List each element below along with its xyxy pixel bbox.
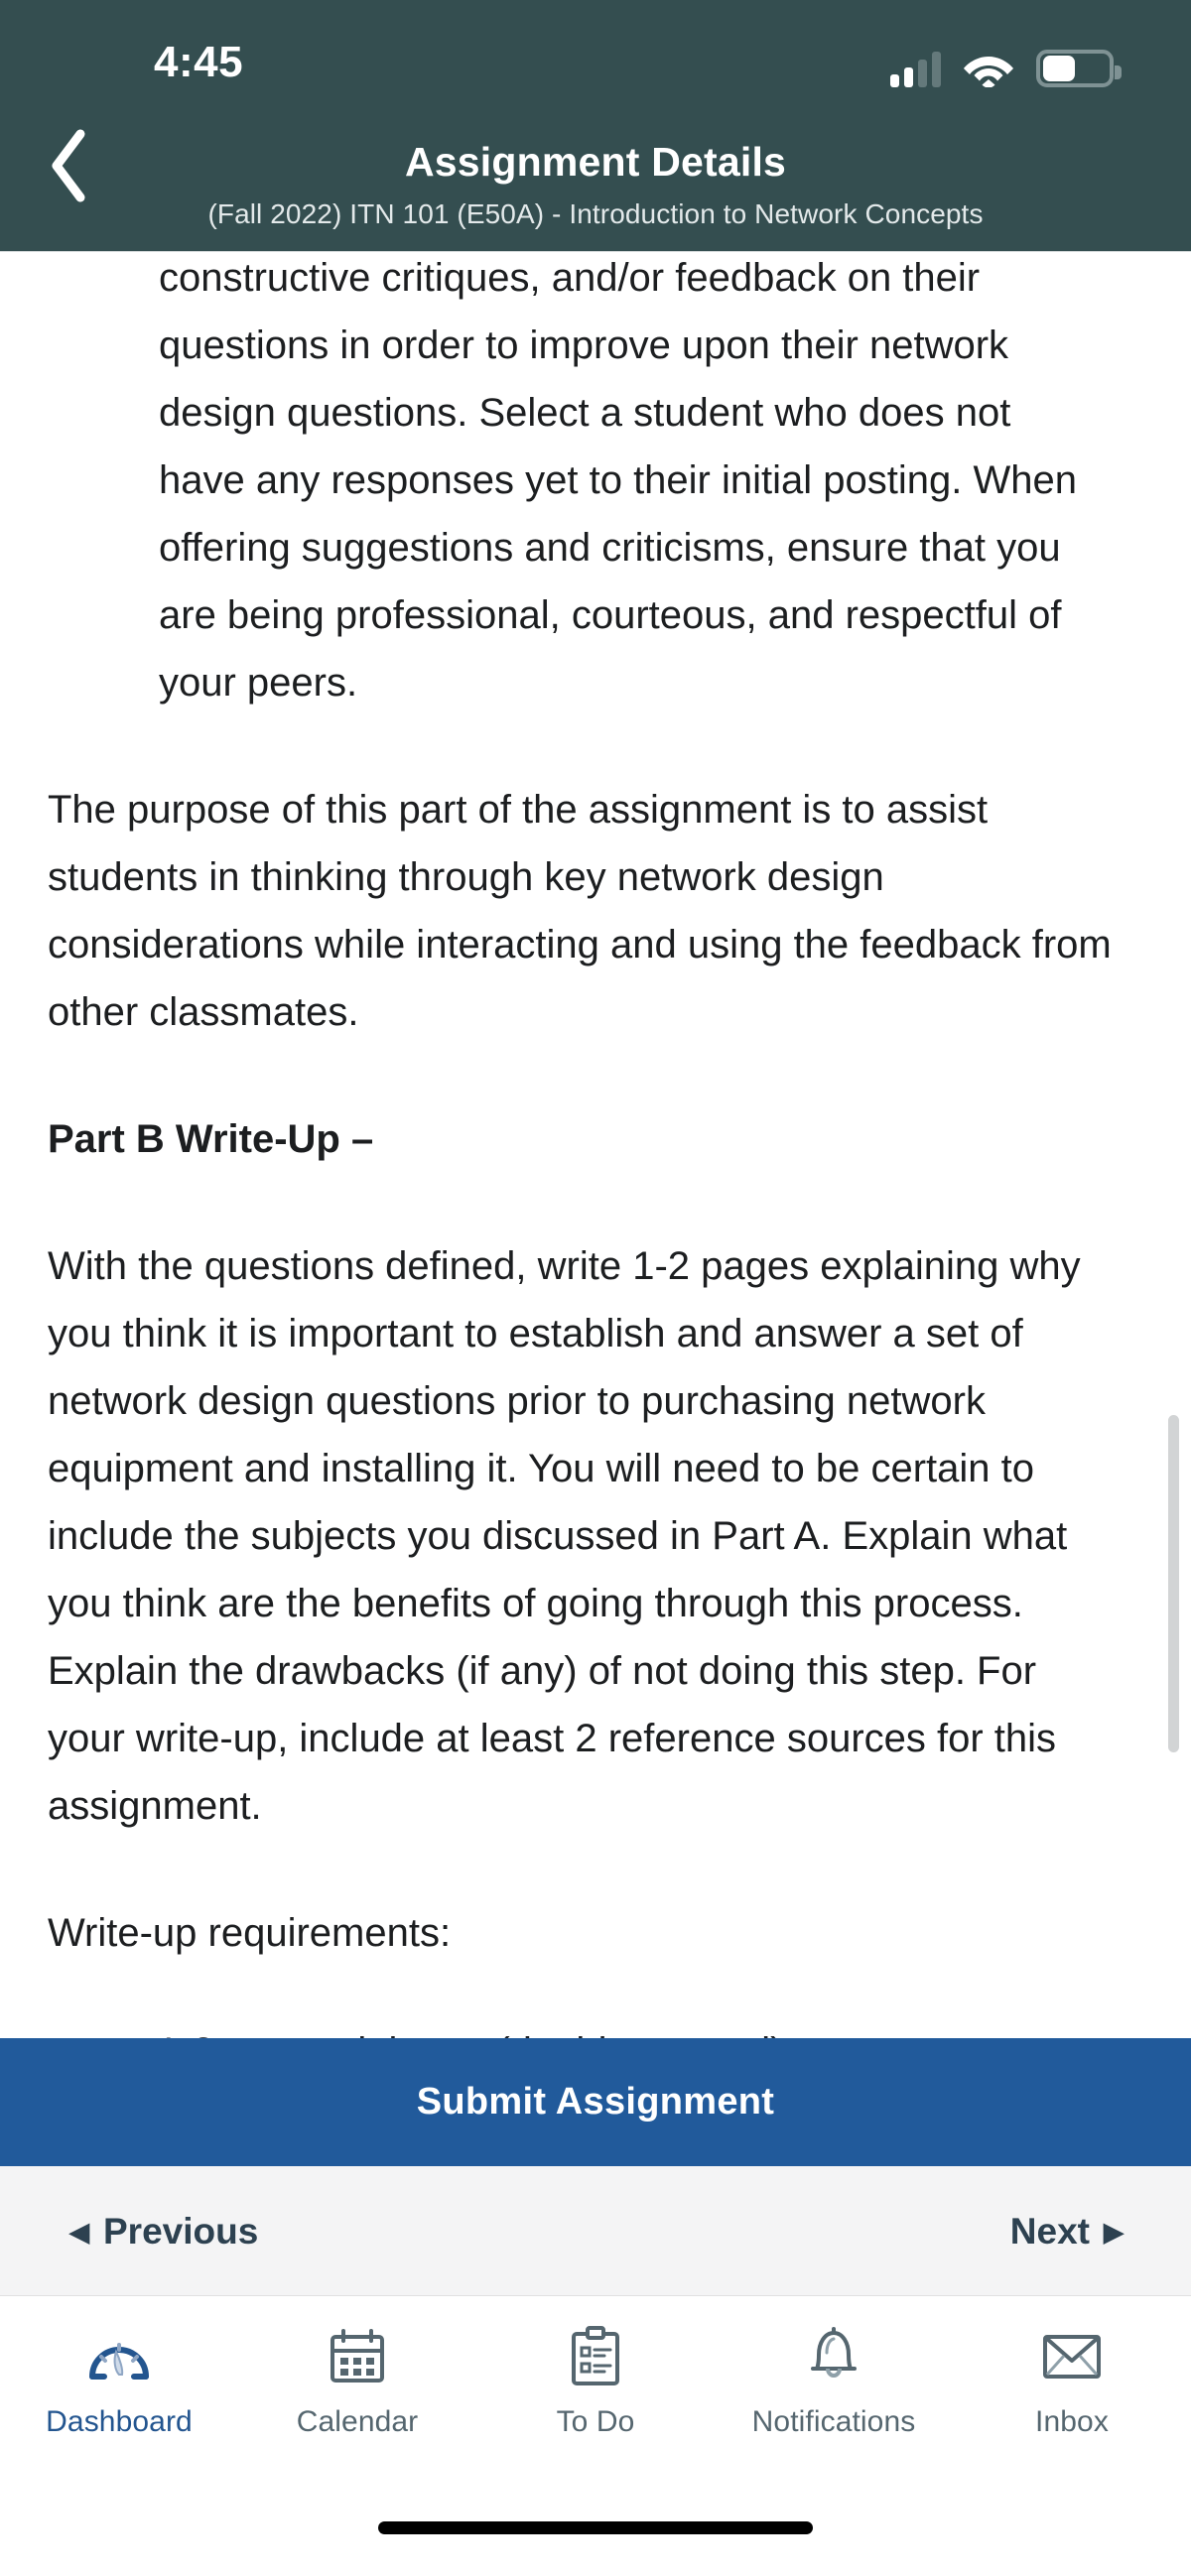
paragraph-purpose: The purpose of this part of the assignme…: [48, 788, 1112, 1034]
next-button[interactable]: Next ▶: [1010, 2166, 1124, 2297]
paragraph-spacer-4: [0, 1840, 1191, 1899]
nav-header: Assignment Details (Fall 2022) ITN 101 (…: [0, 99, 1191, 251]
top-bar: 4:45 Assignment Details (Fall 2022) ITN …: [0, 0, 1191, 251]
tab-inbox[interactable]: Inbox: [953, 2296, 1191, 2507]
writeup-requirements-list: 1-2 page minimum (double-spaced) Complet…: [0, 2024, 1191, 2038]
bottom-tab-bar: Dashboard Calendar To Do Notifications I…: [0, 2296, 1191, 2507]
triangle-right-icon: ▶: [1104, 2217, 1124, 2247]
assignment-description-scroll-area[interactable]: constructive critiques, and/or feedback …: [0, 251, 1191, 2038]
triangle-left-icon: ◀: [69, 2217, 89, 2247]
paragraph-spacer-2: [0, 1046, 1191, 1105]
speedometer-icon: [88, 2324, 150, 2389]
tab-todo-label: To Do: [556, 2405, 635, 2438]
previous-label: Previous: [103, 2211, 259, 2252]
cellular-signal-icon: [890, 50, 941, 87]
tab-notifications[interactable]: Notifications: [715, 2296, 953, 2507]
paragraph-part-b-writeup: With the questions defined, write 1-2 pa…: [48, 1244, 1081, 1828]
tab-inbox-label: Inbox: [1035, 2405, 1109, 2438]
paragraph-spacer-5: [0, 1967, 1191, 2024]
list-item: 1-2 page minimum (double-spaced): [0, 2024, 1143, 2038]
calendar-icon: [328, 2324, 387, 2389]
module-pager: ◀ Previous Next ▶: [0, 2165, 1191, 2296]
status-bar-icons: [890, 42, 1122, 87]
next-label: Next: [1009, 2211, 1090, 2252]
envelope-icon: [1041, 2324, 1103, 2389]
writeup-requirements-label: Write-up requirements:: [48, 1911, 452, 1955]
mobile-app-screen: 4:45 Assignment Details (Fall 2022) ITN …: [0, 0, 1191, 2576]
heading-part-b: Part B Write-Up –: [48, 1117, 374, 1161]
submit-assignment-label: Submit Assignment: [416, 2080, 775, 2123]
submit-assignment-button[interactable]: Submit Assignment: [0, 2038, 1191, 2165]
paragraph-peer-feedback: constructive critiques, and/or feedback …: [159, 256, 1077, 705]
status-bar-clock: 4:45: [154, 38, 244, 86]
tab-dashboard-label: Dashboard: [46, 2405, 193, 2438]
paragraph-spacer-1: [0, 716, 1191, 776]
tab-notifications-label: Notifications: [751, 2405, 916, 2438]
tab-calendar[interactable]: Calendar: [238, 2296, 476, 2507]
page-title: Assignment Details: [404, 139, 787, 185]
tab-todo[interactable]: To Do: [476, 2296, 715, 2507]
bell-icon: [805, 2324, 862, 2389]
clipboard-list-icon: [569, 2324, 622, 2389]
assignment-description: constructive critiques, and/or feedback …: [0, 252, 1191, 2038]
paragraph-spacer-3: [0, 1173, 1191, 1232]
tab-calendar-label: Calendar: [296, 2405, 419, 2438]
previous-button[interactable]: ◀ Previous: [69, 2166, 258, 2297]
tab-dashboard[interactable]: Dashboard: [0, 2296, 238, 2507]
status-bar: 4:45: [0, 0, 1191, 99]
battery-icon: [1036, 50, 1122, 87]
wifi-icon: [964, 57, 1013, 87]
home-indicator[interactable]: [378, 2521, 813, 2534]
scrollbar-thumb[interactable]: [1168, 1415, 1179, 1752]
course-subtitle: (Fall 2022) ITN 101 (E50A) - Introductio…: [207, 198, 984, 229]
